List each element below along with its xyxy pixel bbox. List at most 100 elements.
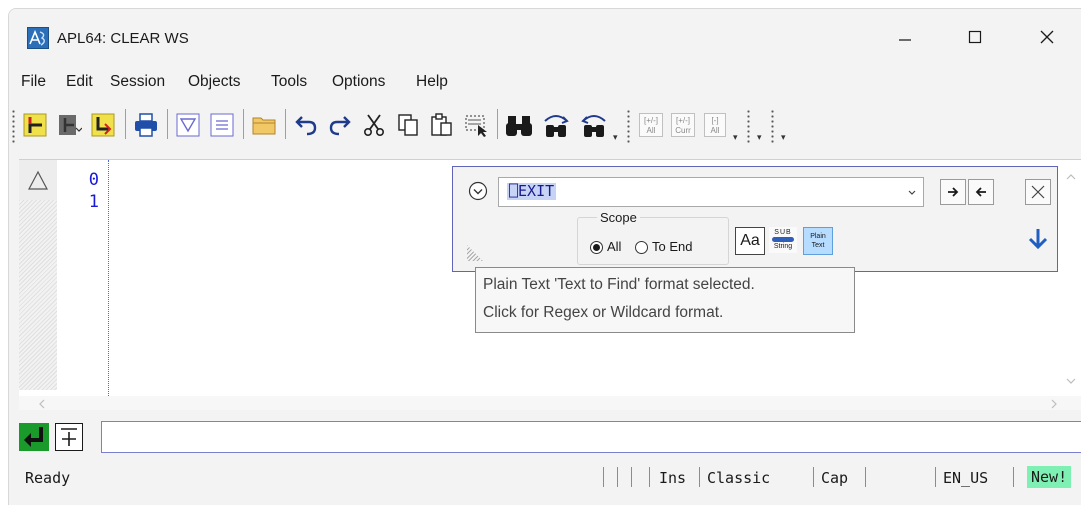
substring-top-label: SUB	[774, 229, 792, 236]
scope-to-end-label: To End	[652, 239, 693, 254]
status-separator	[617, 467, 618, 487]
cut-button[interactable]	[359, 105, 389, 145]
expand-line-button[interactable]	[55, 423, 83, 451]
redo-button[interactable]	[325, 105, 355, 145]
arrow-right-icon	[948, 187, 959, 197]
toolbar-overflow-icon[interactable]: ▾	[613, 133, 618, 143]
step-out-icon	[91, 113, 115, 137]
toolbar-overflow-icon[interactable]: ▾	[733, 133, 738, 143]
paren-current-button[interactable]: [+/-] Curr	[669, 105, 697, 145]
menu-options[interactable]: Options	[332, 73, 385, 91]
menu-file[interactable]: File	[21, 73, 46, 91]
menu-bar: File Edit Session Objects Tools Options …	[9, 73, 1081, 97]
toolbar-separator	[243, 109, 244, 139]
find-text-value: ⎕EXIT	[507, 182, 557, 200]
print-button[interactable]	[131, 105, 161, 145]
step-out-button[interactable]	[89, 105, 117, 145]
menu-help[interactable]: Help	[416, 73, 448, 91]
toolbar-grip[interactable]	[627, 109, 630, 143]
horizontal-scrollbar[interactable]	[19, 396, 1081, 410]
plain-text-bottom-label: Text	[811, 242, 825, 249]
resize-grip-icon[interactable]	[467, 245, 483, 261]
substring-button[interactable]: SUB String	[769, 227, 797, 253]
clipboard-icon	[431, 113, 452, 136]
plain-text-format-button[interactable]: Plain Text	[803, 227, 833, 255]
close-find-button[interactable]	[1025, 179, 1051, 205]
open-folder-button[interactable]	[249, 105, 279, 145]
funnel-icon	[176, 113, 200, 137]
scope-all-radio[interactable]	[590, 241, 603, 254]
step-over-icon	[59, 115, 82, 135]
scissors-icon	[363, 114, 385, 136]
execute-button[interactable]	[19, 423, 49, 451]
status-separator	[631, 467, 632, 487]
find-previous-button[interactable]	[577, 105, 611, 145]
plus-icon	[61, 428, 77, 446]
substring-bottom-label: String	[773, 243, 793, 250]
minimize-button[interactable]	[883, 21, 927, 53]
binoculars-next-icon	[544, 115, 569, 137]
window-title: APL64: CLEAR WS	[57, 30, 189, 47]
menu-objects[interactable]: Objects	[188, 73, 241, 91]
gutter-pattern	[19, 200, 57, 390]
title-bar: APL64: CLEAR WS	[9, 9, 1081, 65]
status-separator	[935, 467, 936, 487]
expand-down-arrow-icon[interactable]	[1027, 227, 1049, 251]
toolbar-grip[interactable]	[747, 109, 750, 143]
filter-button[interactable]	[173, 105, 203, 145]
close-button[interactable]	[1025, 21, 1069, 53]
maximize-button[interactable]	[953, 21, 997, 53]
status-keyboard-mode: Classic	[707, 469, 771, 487]
toolbar-overflow-icon[interactable]: ▾	[781, 133, 786, 143]
menu-edit[interactable]: Edit	[66, 73, 93, 91]
find-next-button[interactable]	[539, 105, 573, 145]
substring-bar-icon	[772, 237, 794, 242]
toolbar-grip[interactable]	[771, 109, 774, 143]
toolbar-separator	[285, 109, 286, 139]
toolbar-separator	[497, 109, 498, 139]
menu-session[interactable]: Session	[110, 73, 165, 91]
status-language: EN_US	[943, 469, 989, 487]
match-case-button[interactable]: Aa	[735, 227, 765, 255]
select-region-button[interactable]	[461, 105, 491, 145]
status-new-badge[interactable]: New!	[1027, 466, 1072, 488]
scroll-down-arrow-icon[interactable]	[1065, 376, 1077, 386]
toolbar-grip[interactable]	[12, 109, 15, 143]
line-number: 1	[88, 192, 99, 212]
minimize-icon	[899, 39, 911, 41]
find-button[interactable]	[503, 105, 535, 145]
collapse-all-button[interactable]: [-] All	[701, 105, 729, 145]
status-separator	[865, 467, 866, 487]
triangle-marker-icon[interactable]	[27, 170, 49, 192]
margin-guide	[108, 160, 109, 396]
find-text-input[interactable]: ⎕EXIT	[498, 177, 924, 207]
toolbar-overflow-icon[interactable]: ▾	[757, 133, 762, 143]
dropdown-chevron-icon[interactable]	[907, 189, 917, 197]
find-previous-arrow-button[interactable]	[968, 179, 994, 205]
command-input[interactable]	[101, 421, 1081, 453]
status-caps-lock: Cap	[821, 469, 849, 487]
document-button[interactable]	[207, 105, 237, 145]
scroll-up-arrow-icon[interactable]	[1065, 172, 1077, 182]
close-icon	[1040, 30, 1054, 44]
collapse-chevron-icon[interactable]	[468, 181, 488, 201]
paren-all-button[interactable]: [+/-] All	[637, 105, 665, 145]
find-next-arrow-button[interactable]	[940, 179, 966, 205]
paste-button[interactable]	[427, 105, 457, 145]
scope-to-end-radio[interactable]	[635, 241, 648, 254]
scroll-left-arrow-icon[interactable]	[37, 398, 47, 410]
tooltip: Plain Text 'Text to Find' format selecte…	[475, 267, 855, 333]
trace-into-icon	[23, 113, 47, 137]
collapse-all-label: All	[710, 126, 720, 135]
copy-button[interactable]	[393, 105, 423, 145]
menu-tools[interactable]: Tools	[271, 73, 307, 91]
tooltip-line-2: Click for Regex or Wildcard format.	[483, 304, 724, 321]
plain-text-top-label: Plain	[810, 233, 826, 240]
step-over-button[interactable]	[55, 105, 83, 145]
trace-into-button[interactable]	[21, 105, 49, 145]
find-panel: ⎕EXIT Scope All To End Aa SUB String Pla…	[452, 166, 1058, 272]
status-ready: Ready	[25, 469, 71, 487]
status-separator	[603, 467, 604, 487]
scroll-right-arrow-icon[interactable]	[1049, 398, 1059, 410]
undo-button[interactable]	[291, 105, 321, 145]
